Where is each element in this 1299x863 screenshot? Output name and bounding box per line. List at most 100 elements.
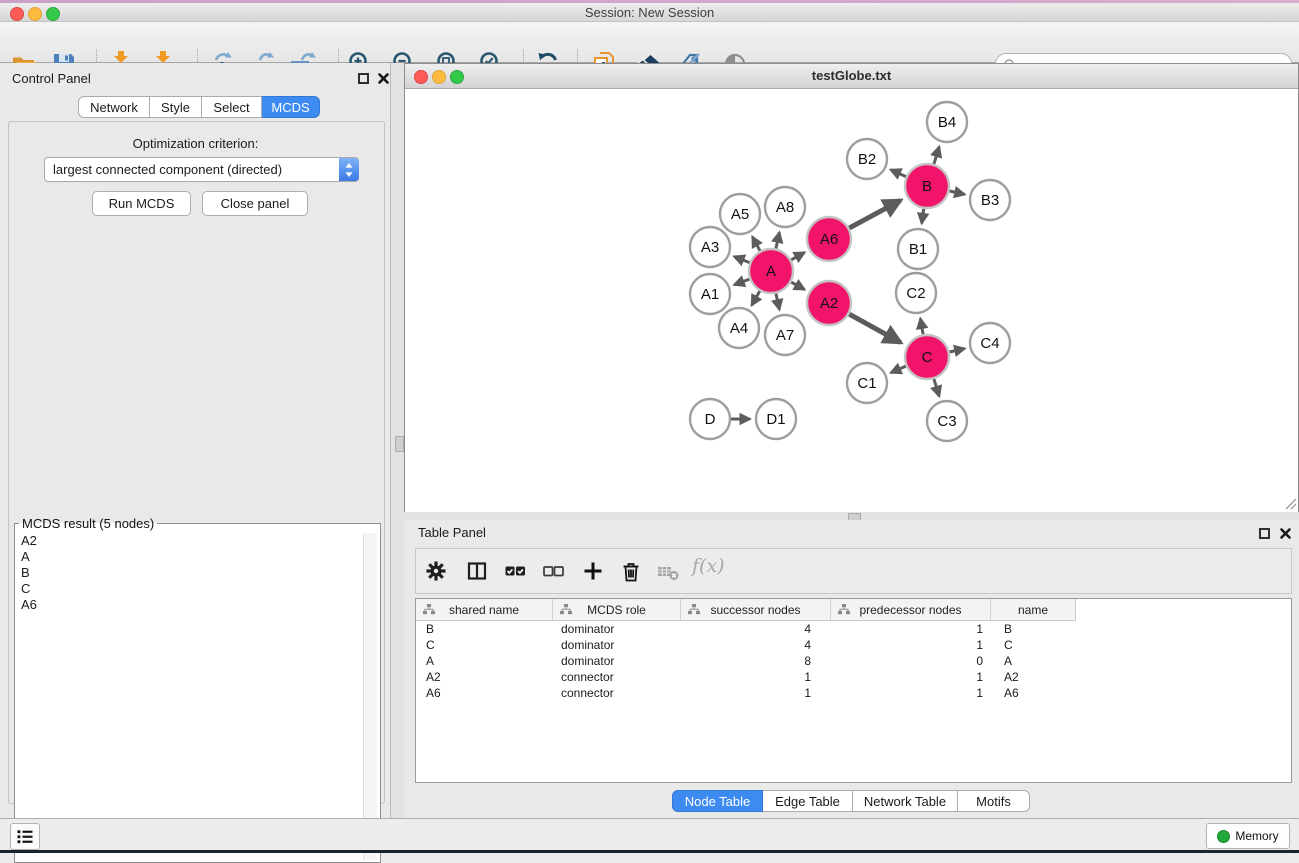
mcds-result-item[interactable]: B <box>17 565 362 581</box>
add-column-icon[interactable] <box>581 559 605 583</box>
deselect-all-icon[interactable] <box>541 559 565 583</box>
column-header-mcds-role[interactable]: MCDS role <box>553 599 681 620</box>
tab-motifs[interactable]: Motifs <box>958 790 1030 812</box>
graph-edge-C-C3[interactable] <box>934 379 939 396</box>
graph-edge-B-B1[interactable] <box>922 209 924 224</box>
tab-network-table[interactable]: Network Table <box>853 790 958 812</box>
graph-node-B1[interactable]: B1 <box>898 229 938 269</box>
graph-node-label: B3 <box>981 192 999 209</box>
graph-edge-A-A2[interactable] <box>791 282 804 289</box>
tab-edge-table[interactable]: Edge Table <box>763 790 853 812</box>
graph-node-A2[interactable]: A2 <box>807 281 851 325</box>
graph-node-label: A4 <box>730 320 748 337</box>
mcds-result-item[interactable]: A <box>17 549 362 565</box>
graph-edge-B-B2[interactable] <box>891 170 906 177</box>
tab-select[interactable]: Select <box>202 96 262 118</box>
column-header-successor-nodes[interactable]: successor nodes <box>681 599 831 620</box>
graph-node-C[interactable]: C <box>905 335 949 379</box>
window-resize-handle[interactable] <box>1284 497 1297 510</box>
graph-node-B[interactable]: B <box>905 164 949 208</box>
graph-node-C1[interactable]: C1 <box>847 363 887 403</box>
table-cell: 8 <box>681 654 831 668</box>
delete-column-icon[interactable] <box>619 559 643 583</box>
optimization-criterion-select[interactable]: largest connected component (directed) <box>44 157 359 182</box>
float-panel-icon[interactable] <box>358 73 369 84</box>
table-row[interactable]: Adominator80A <box>416 653 1291 669</box>
graph-edge-C-C4[interactable] <box>950 349 965 352</box>
table-cell: B <box>991 622 1075 636</box>
graph-node-C2[interactable]: C2 <box>896 273 936 313</box>
graph-node-B4[interactable]: B4 <box>927 102 967 142</box>
graph-node-A4[interactable]: A4 <box>719 308 759 348</box>
graph-edge-A2-C[interactable] <box>849 314 901 342</box>
graph-edge-B-B4[interactable] <box>934 147 939 164</box>
graph-edge-A6-B[interactable] <box>849 200 900 228</box>
network-graph[interactable]: B4 B2 B B3 A5A8A6 B1 A3 A A1 C2 A2 A4 A7 C4 C C1 C3 D D1 <box>405 89 1298 512</box>
table-cell: 1 <box>831 638 991 652</box>
close-panel-icon[interactable] <box>1279 527 1292 540</box>
column-header-name[interactable]: name <box>991 599 1075 620</box>
graph-edge-C-C1[interactable] <box>891 366 906 373</box>
graph-node-B2[interactable]: B2 <box>847 139 887 179</box>
task-history-button[interactable] <box>10 823 40 850</box>
show-column-icon[interactable] <box>465 559 489 583</box>
table-row[interactable]: A2connector11A2 <box>416 669 1291 685</box>
tab-mcds[interactable]: MCDS <box>262 96 320 118</box>
graph-node-D[interactable]: D <box>690 399 730 439</box>
close-panel-icon[interactable] <box>377 72 390 85</box>
delete-table-icon[interactable] <box>656 559 680 583</box>
graph-node-A1[interactable]: A1 <box>690 274 730 314</box>
column-label: MCDS role <box>587 603 646 617</box>
tab-network[interactable]: Network <box>78 96 150 118</box>
mcds-result-item[interactable]: A2 <box>17 533 362 549</box>
tab-style[interactable]: Style <box>150 96 202 118</box>
column-edit-icon <box>688 604 700 615</box>
graph-edge-A-A6[interactable] <box>791 253 804 260</box>
table-row[interactable]: Bdominator41B <box>416 621 1291 637</box>
graph-node-D1[interactable]: D1 <box>756 399 796 439</box>
tab-node-table[interactable]: Node Table <box>672 790 763 812</box>
mcds-scrollbar[interactable] <box>363 533 377 860</box>
column-header-shared-name[interactable]: shared name <box>416 599 553 620</box>
mcds-result-list[interactable]: A2ABCA6 <box>17 533 362 860</box>
graph-node-C4[interactable]: C4 <box>970 323 1010 363</box>
close-panel-button[interactable]: Close panel <box>202 191 308 216</box>
graph-edge-A-A7[interactable] <box>776 294 780 310</box>
table-cell: C <box>991 638 1075 652</box>
graph-node-B3[interactable]: B3 <box>970 180 1010 220</box>
graph-node-A[interactable]: A <box>749 249 793 293</box>
function-builder-icon[interactable]: f(x) <box>692 555 725 577</box>
table-row[interactable]: Cdominator41C <box>416 637 1291 653</box>
run-mcds-button[interactable]: Run MCDS <box>92 191 191 216</box>
float-panel-icon[interactable] <box>1259 528 1270 539</box>
graph-edge-B-B3[interactable] <box>950 191 965 194</box>
divider-handle[interactable] <box>395 436 404 452</box>
memory-button[interactable]: Memory <box>1206 823 1290 849</box>
graph-edge-A-A5[interactable] <box>752 237 760 251</box>
graph-node-A6[interactable]: A6 <box>807 217 851 261</box>
mcds-result-item[interactable]: C <box>17 581 362 597</box>
table-cell: connector <box>553 670 681 684</box>
graph-node-A7[interactable]: A7 <box>765 315 805 355</box>
panel-divider-horizontal[interactable] <box>404 512 1299 520</box>
graph-node-A8[interactable]: A8 <box>765 187 805 227</box>
graph-node-A5[interactable]: A5 <box>720 194 760 234</box>
mcds-result-item[interactable]: A6 <box>17 597 362 613</box>
graph-edge-A-A4[interactable] <box>752 291 760 305</box>
graph-edge-A-A3[interactable] <box>734 257 749 263</box>
select-all-icon[interactable] <box>503 559 527 583</box>
table-cell: A <box>416 654 553 668</box>
table-row[interactable]: A6connector11A6 <box>416 685 1291 701</box>
table-cell: dominator <box>553 638 681 652</box>
graph-edge-A-A8[interactable] <box>776 232 780 248</box>
graph-node-A3[interactable]: A3 <box>690 227 730 267</box>
graph-node-C3[interactable]: C3 <box>927 401 967 441</box>
graph-edge-A-A1[interactable] <box>734 279 749 285</box>
graph-edge-C-C2[interactable] <box>920 319 923 335</box>
panel-divider-vertical[interactable] <box>391 63 404 818</box>
table-settings-icon[interactable] <box>424 559 448 583</box>
control-panel-tabs: Network Style Select MCDS <box>78 96 320 118</box>
network-canvas[interactable]: B4 B2 B B3 A5A8A6 B1 A3 A A1 C2 A2 A4 A7 C4 C C1 C3 D D1 <box>405 89 1298 512</box>
table-cell: C <box>416 638 553 652</box>
column-header-predecessor-nodes[interactable]: predecessor nodes <box>831 599 991 620</box>
